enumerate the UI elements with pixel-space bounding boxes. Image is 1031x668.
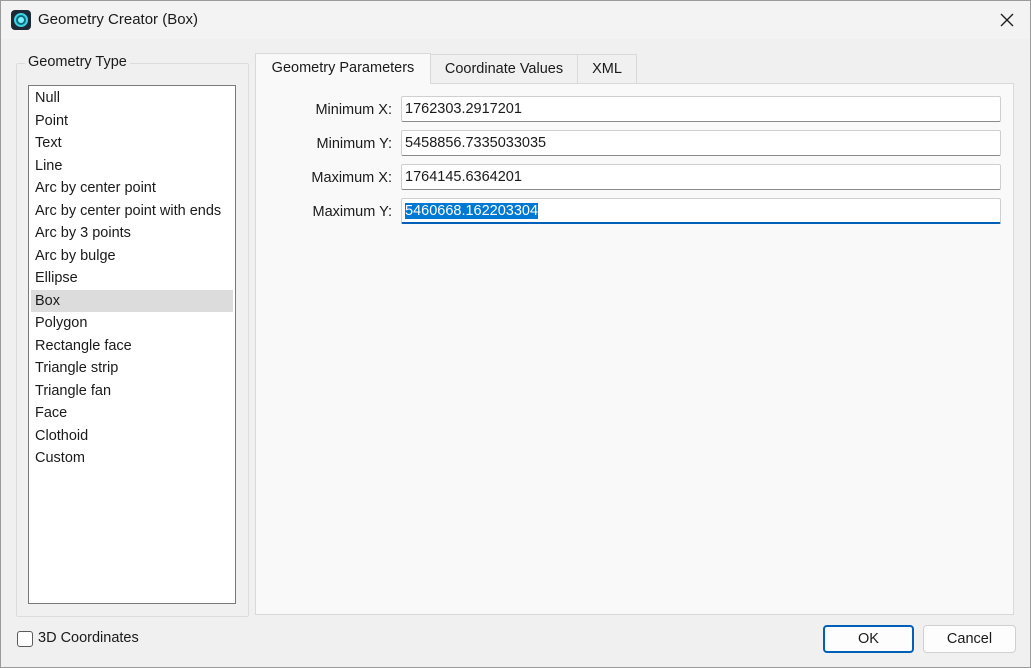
list-item-triangle-strip[interactable]: Triangle strip <box>31 357 233 379</box>
list-item-null[interactable]: Null <box>31 87 233 109</box>
geometry-type-legend: Geometry Type <box>25 54 130 70</box>
list-item-ellipse[interactable]: Ellipse <box>31 267 233 289</box>
ok-button[interactable]: OK <box>823 625 914 653</box>
dialog-body: Geometry Type Null Point Text Line Arc b… <box>1 39 1030 667</box>
maximum-y-field[interactable]: 5460668.162203304 <box>401 198 1001 224</box>
window-title: Geometry Creator (Box) <box>38 11 199 28</box>
cancel-button[interactable]: Cancel <box>923 625 1016 653</box>
list-item-arc-by-3-points[interactable]: Arc by 3 points <box>31 222 233 244</box>
3d-coordinates-checkbox[interactable] <box>17 631 33 647</box>
3d-coordinates-label[interactable]: 3D Coordinates <box>38 630 139 646</box>
tab-geometry-parameters[interactable]: Geometry Parameters <box>255 53 431 84</box>
maximum-y-selected-text: 5460668.162203304 <box>405 203 539 219</box>
list-item-text[interactable]: Text <box>31 132 233 154</box>
list-item-face[interactable]: Face <box>31 402 233 424</box>
list-item-line[interactable]: Line <box>31 155 233 177</box>
minimum-x-field[interactable]: 1762303.2917201 <box>401 96 1001 122</box>
tab-xml[interactable]: XML <box>577 54 637 83</box>
maximum-x-label: Maximum X: <box>311 170 392 186</box>
list-item-rectangle-face[interactable]: Rectangle face <box>31 335 233 357</box>
list-item-polygon[interactable]: Polygon <box>31 312 233 334</box>
list-item-clothoid[interactable]: Clothoid <box>31 425 233 447</box>
list-item-arc-by-center-point-with-ends[interactable]: Arc by center point with ends <box>31 200 233 222</box>
close-button[interactable] <box>984 1 1030 39</box>
list-item-point[interactable]: Point <box>31 110 233 132</box>
minimum-y-field[interactable]: 5458856.7335033035 <box>401 130 1001 156</box>
close-icon <box>1000 13 1014 27</box>
minimum-x-label: Minimum X: <box>315 102 392 118</box>
list-item-triangle-fan[interactable]: Triangle fan <box>31 380 233 402</box>
tab-coordinate-values[interactable]: Coordinate Values <box>430 54 578 83</box>
maximum-y-label: Maximum Y: <box>312 204 392 220</box>
geometry-type-list[interactable]: Null Point Text Line Arc by center point… <box>28 85 236 604</box>
geometry-creator-window: Geometry Creator (Box) Geometry Type Nul… <box>0 0 1031 668</box>
list-item-arc-by-center-point[interactable]: Arc by center point <box>31 177 233 199</box>
geometry-parameters-panel: Minimum X: 1762303.2917201 Minimum Y: 54… <box>255 83 1014 615</box>
title-bar[interactable]: Geometry Creator (Box) <box>1 1 1030 39</box>
list-item-custom[interactable]: Custom <box>31 447 233 469</box>
maximum-x-field[interactable]: 1764145.6364201 <box>401 164 1001 190</box>
app-icon <box>11 10 31 30</box>
list-item-arc-by-bulge[interactable]: Arc by bulge <box>31 245 233 267</box>
minimum-y-label: Minimum Y: <box>316 136 392 152</box>
list-item-box[interactable]: Box <box>31 289 233 312</box>
